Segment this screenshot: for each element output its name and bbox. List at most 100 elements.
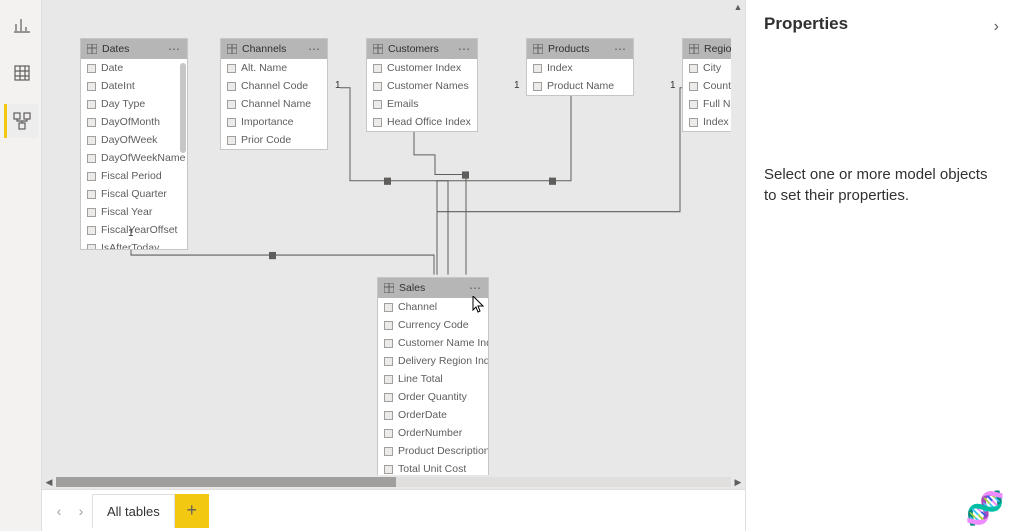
vertical-scrollbar[interactable]: ▲ — [731, 0, 745, 461]
table-products[interactable]: Products ⋯ Index Product Name — [526, 38, 634, 96]
field-item[interactable]: Prior Code — [221, 131, 327, 149]
field-item[interactable]: Countr — [683, 77, 731, 95]
table-header[interactable]: Dates ⋯ — [81, 39, 187, 59]
field-item[interactable]: Day Type — [81, 95, 187, 113]
field-item[interactable]: Fiscal Year — [81, 203, 187, 221]
field-item[interactable]: DayOfWeekName — [81, 149, 187, 167]
model-view-button[interactable] — [4, 104, 38, 138]
more-options-icon[interactable]: ⋯ — [614, 42, 627, 56]
table-header[interactable]: Region — [683, 39, 731, 59]
field-item[interactable]: Customer Index — [367, 59, 477, 77]
field-item[interactable]: Product Name — [527, 77, 633, 95]
column-icon — [87, 208, 96, 217]
report-view-button[interactable] — [4, 8, 38, 42]
field-list: Channel Currency Code Customer Name Inde… — [378, 298, 488, 475]
tab-all-tables[interactable]: All tables — [92, 494, 175, 528]
column-icon — [373, 100, 382, 109]
column-icon — [689, 100, 698, 109]
table-sales[interactable]: Sales ⋯ Channel Currency Code Customer N… — [377, 277, 489, 475]
field-item[interactable]: Fiscal Period — [81, 167, 187, 185]
cardinality-label: 1 — [128, 228, 134, 239]
field-item[interactable]: Delivery Region Index — [378, 352, 488, 370]
field-item[interactable]: Customer Names — [367, 77, 477, 95]
field-item[interactable]: Emails — [367, 95, 477, 113]
scroll-left-icon[interactable]: ◀ — [42, 475, 56, 489]
field-list: Alt. Name Channel Code Channel Name Impo… — [221, 59, 327, 149]
table-title: Sales — [399, 282, 425, 294]
table-header[interactable]: Products ⋯ — [527, 39, 633, 59]
field-item[interactable]: IsAfterToday — [81, 239, 187, 249]
scroll-right-icon[interactable]: ▶ — [731, 475, 745, 489]
field-item[interactable]: Currency Code — [378, 316, 488, 334]
column-icon — [384, 429, 393, 438]
table-title: Channels — [242, 43, 286, 55]
column-icon — [533, 82, 542, 91]
column-icon — [384, 465, 393, 474]
table-dates[interactable]: Dates ⋯ Date DateInt Day Type DayOfMonth… — [80, 38, 188, 250]
diagram-canvas[interactable]: Dates ⋯ Date DateInt Day Type DayOfMonth… — [42, 0, 745, 475]
scroll-track[interactable] — [56, 477, 731, 487]
field-item[interactable]: FiscalYearOffset — [81, 221, 187, 239]
more-options-icon[interactable]: ⋯ — [168, 42, 181, 56]
column-icon — [227, 82, 236, 91]
field-list: Index Product Name — [527, 59, 633, 95]
column-icon — [384, 321, 393, 330]
field-item[interactable]: DayOfWeek — [81, 131, 187, 149]
table-header[interactable]: Sales ⋯ — [378, 278, 488, 298]
column-icon — [87, 244, 96, 250]
cardinality-label: 1 — [335, 80, 341, 91]
field-item[interactable]: Index — [683, 113, 731, 131]
field-list: Customer Index Customer Names Emails Hea… — [367, 59, 477, 131]
column-icon — [373, 118, 382, 127]
field-item[interactable]: OrderNumber — [378, 424, 488, 442]
field-item[interactable]: OrderDate — [378, 406, 488, 424]
more-options-icon[interactable]: ⋯ — [458, 42, 471, 56]
table-channels[interactable]: Channels ⋯ Alt. Name Channel Code Channe… — [220, 38, 328, 150]
horizontal-scrollbar[interactable]: ◀ ▶ — [42, 475, 745, 489]
column-icon — [384, 375, 393, 384]
column-icon — [689, 64, 698, 73]
field-item[interactable]: Channel — [378, 298, 488, 316]
table-regions[interactable]: Region City Countr Full Na Index — [682, 38, 732, 132]
field-item[interactable]: Total Unit Cost — [378, 460, 488, 475]
table-icon — [87, 44, 97, 54]
field-item[interactable]: Line Total — [378, 370, 488, 388]
field-item[interactable]: Index — [527, 59, 633, 77]
field-item[interactable]: DateInt — [81, 77, 187, 95]
table-title: Dates — [102, 43, 129, 55]
tab-prev-button[interactable]: ‹ — [48, 497, 70, 525]
field-item[interactable]: Customer Name Index — [378, 334, 488, 352]
properties-pane: Properties › Select one or more model ob… — [745, 0, 1013, 531]
table-header[interactable]: Customers ⋯ — [367, 39, 477, 59]
field-item[interactable]: DayOfMonth — [81, 113, 187, 131]
field-item[interactable]: Channel Code — [221, 77, 327, 95]
field-item[interactable]: Channel Name — [221, 95, 327, 113]
data-view-button[interactable] — [4, 56, 38, 90]
table-scrollbar[interactable] — [180, 63, 186, 153]
field-item[interactable]: Alt. Name — [221, 59, 327, 77]
more-options-icon[interactable]: ⋯ — [469, 281, 482, 295]
column-icon — [373, 82, 382, 91]
scroll-up-icon[interactable]: ▲ — [731, 0, 745, 14]
field-item[interactable]: Order Quantity — [378, 388, 488, 406]
field-item[interactable]: Head Office Index — [367, 113, 477, 131]
field-item[interactable]: Product Description Index — [378, 442, 488, 460]
field-item[interactable]: Full Na — [683, 95, 731, 113]
table-customers[interactable]: Customers ⋯ Customer Index Customer Name… — [366, 38, 478, 132]
bar-chart-icon — [13, 16, 31, 34]
field-item[interactable]: Date — [81, 59, 187, 77]
field-item[interactable]: Fiscal Quarter — [81, 185, 187, 203]
field-item[interactable]: City — [683, 59, 731, 77]
add-tab-button[interactable]: + — [175, 494, 209, 528]
field-list: Date DateInt Day Type DayOfMonth DayOfWe… — [81, 59, 187, 249]
column-icon — [384, 411, 393, 420]
table-header[interactable]: Channels ⋯ — [221, 39, 327, 59]
field-item[interactable]: Importance — [221, 113, 327, 131]
column-icon — [227, 64, 236, 73]
collapse-pane-icon[interactable]: › — [994, 18, 999, 36]
more-options-icon[interactable]: ⋯ — [308, 42, 321, 56]
properties-empty-message: Select one or more model objects to set … — [764, 164, 995, 206]
column-icon — [227, 118, 236, 127]
tab-next-button[interactable]: › — [70, 497, 92, 525]
scroll-thumb[interactable] — [56, 477, 396, 487]
